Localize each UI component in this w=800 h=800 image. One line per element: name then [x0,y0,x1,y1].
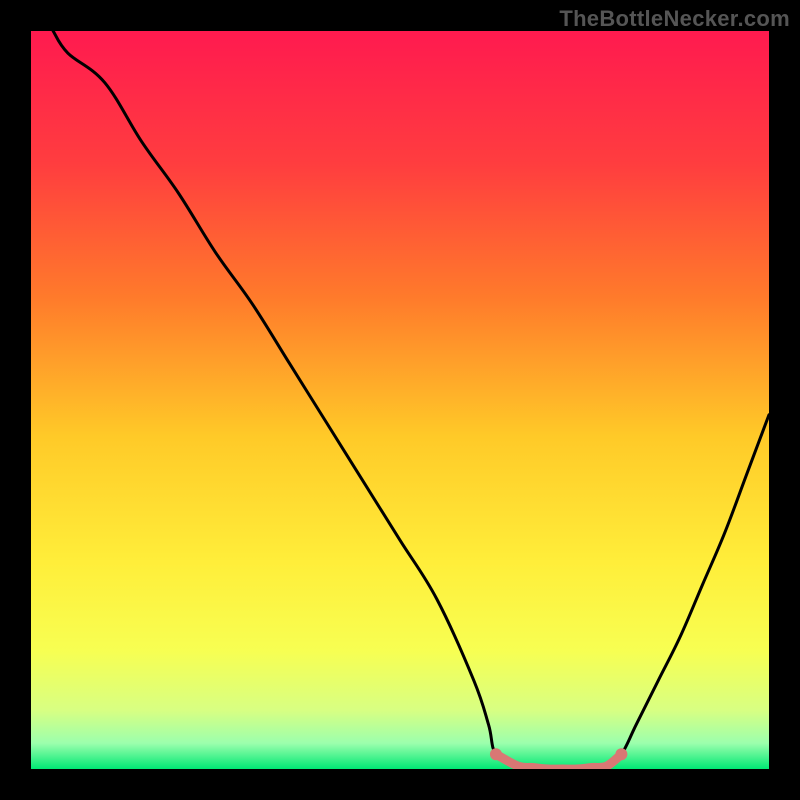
watermark-text: TheBottleNecker.com [559,6,790,32]
optimal-range-end-dot [615,748,627,760]
chart-frame: TheBottleNecker.com [0,0,800,800]
bottleneck-chart [31,31,769,769]
optimal-range-start-dot [490,748,502,760]
